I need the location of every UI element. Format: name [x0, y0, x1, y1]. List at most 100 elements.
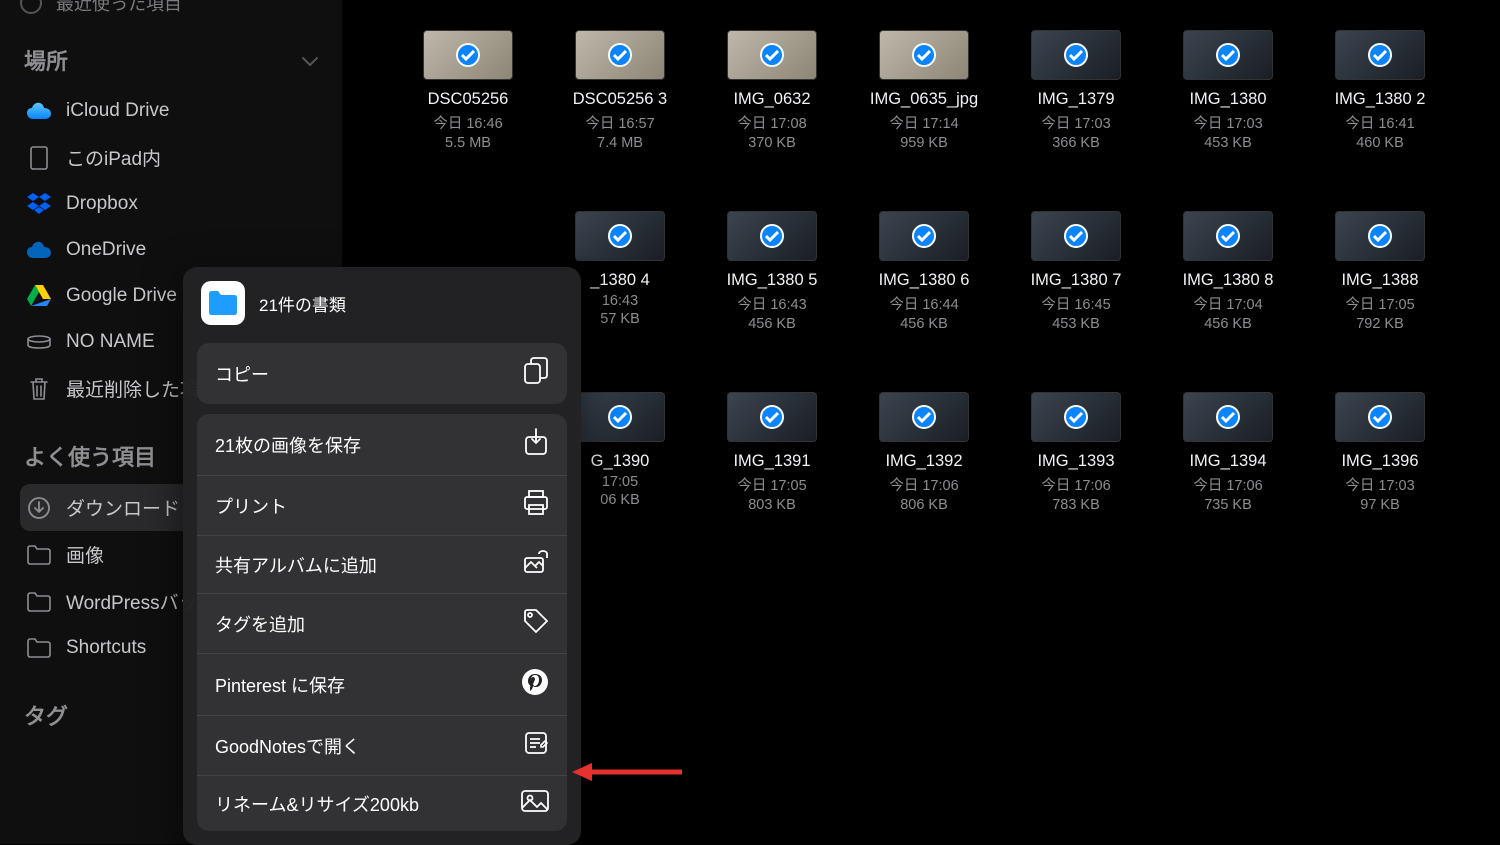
file-name: _1380 4	[590, 271, 650, 290]
share-action-save-images[interactable]: 21枚の画像を保存	[197, 414, 567, 475]
checkmark-icon	[760, 405, 784, 429]
onedrive-icon	[26, 237, 52, 263]
tag-icon	[523, 608, 549, 639]
trash-icon	[26, 376, 52, 402]
share-action-shared-album[interactable]: 共有アルバムに追加	[197, 535, 567, 593]
file-item[interactable]: IMG_1391今日 17:05803 KB	[696, 392, 848, 513]
file-date: 今日 16:43	[737, 293, 806, 314]
file-item[interactable]: IMG_0632今日 17:08370 KB	[696, 30, 848, 151]
file-item[interactable]: IMG_1380 8 今日 17:04 456 KB	[1152, 211, 1304, 332]
file-size: 453 KB	[1052, 316, 1100, 332]
file-date: 今日 16:46	[433, 112, 502, 133]
sidebar-recent-label: 最近使った項目	[56, 0, 182, 16]
sidebar-location-dropbox[interactable]: Dropbox	[20, 181, 322, 227]
file-thumbnail	[727, 211, 817, 261]
file-item[interactable]: IMG_1388 今日 17:05 792 KB	[1304, 211, 1456, 332]
file-name: IMG_1380 6	[879, 271, 970, 290]
checkmark-icon	[1368, 405, 1392, 429]
checkmark-icon	[456, 43, 480, 67]
file-item[interactable]: IMG_0635_jpg今日 17:14959 KB	[848, 30, 1000, 151]
file-name: IMG_1394	[1189, 452, 1266, 471]
image-icon	[521, 790, 549, 817]
file-date: 今日 17:05	[1345, 293, 1414, 314]
file-name: IMG_1380 5	[727, 271, 818, 290]
share-action-add-tag[interactable]: タグを追加	[197, 593, 567, 653]
file-thumbnail	[1335, 392, 1425, 442]
checkmark-icon	[760, 224, 784, 248]
file-size: 806 KB	[900, 497, 948, 513]
file-item[interactable]: IMG_1379今日 17:03366 KB	[1000, 30, 1152, 151]
checkmark-icon	[760, 43, 784, 67]
copy-icon	[523, 357, 549, 390]
checkmark-icon	[912, 43, 936, 67]
share-action-goodnotes[interactable]: GoodNotesで開く	[197, 715, 567, 775]
ipad-icon	[26, 145, 52, 171]
file-item[interactable]: IMG_1396今日 17:0397 KB	[1304, 392, 1456, 513]
file-size: 453 KB	[1204, 135, 1252, 151]
file-item[interactable]: DSC05256今日 16:465.5 MB	[392, 30, 544, 151]
file-size: 7.4 MB	[597, 135, 643, 151]
file-thumbnail	[1183, 30, 1273, 80]
files-app-icon	[201, 281, 245, 325]
file-thumbnail	[1031, 392, 1121, 442]
share-action-rename-resize[interactable]: リネーム&リサイズ200kb	[197, 775, 567, 831]
file-date: 今日 17:03	[1041, 112, 1110, 133]
checkmark-icon	[608, 224, 632, 248]
file-item[interactable]: IMG_1380 2今日 16:41460 KB	[1304, 30, 1456, 151]
file-thumbnail	[727, 392, 817, 442]
file-name: G_1390	[591, 452, 650, 471]
file-item[interactable]: IMG_1380 6今日 16:44456 KB	[848, 211, 1000, 332]
sidebar-location-icloud[interactable]: iCloud Drive	[20, 88, 322, 134]
file-item[interactable]: IMG_1380 7今日 16:45453 KB	[1000, 211, 1152, 332]
file-name: IMG_0632	[733, 90, 810, 109]
file-item[interactable]: IMG_1380今日 17:03453 KB	[1152, 30, 1304, 151]
file-date: 今日 17:03	[1345, 474, 1414, 495]
file-item[interactable]: IMG_1380 5今日 16:43456 KB	[696, 211, 848, 332]
file-size: 792 KB	[1356, 316, 1404, 332]
file-date: 今日 17:06	[1041, 474, 1110, 495]
file-size: 5.5 MB	[445, 135, 491, 151]
folder-icon	[26, 542, 52, 568]
disk-icon	[26, 329, 52, 355]
file-name: IMG_1388	[1341, 271, 1418, 290]
file-size: 57 KB	[600, 311, 640, 327]
checkmark-icon	[912, 405, 936, 429]
checkmark-icon	[608, 43, 632, 67]
chevron-down-icon	[302, 47, 318, 73]
file-name: IMG_1380 7	[1031, 271, 1122, 290]
checkmark-icon	[1216, 224, 1240, 248]
file-thumbnail	[1183, 392, 1273, 442]
share-action-pinterest[interactable]: Pinterest に保存	[197, 653, 567, 715]
file-thumbnail	[575, 211, 665, 261]
file-item[interactable]: IMG_1394今日 17:06735 KB	[1152, 392, 1304, 513]
file-date: 今日 17:05	[737, 474, 806, 495]
file-thumbnail	[1031, 211, 1121, 261]
file-date: 今日 16:41	[1345, 112, 1414, 133]
file-thumbnail	[879, 392, 969, 442]
file-size: 735 KB	[1204, 497, 1252, 513]
sidebar-recent-item[interactable]: 最近使った項目	[20, 0, 322, 16]
file-name: IMG_1391	[733, 452, 810, 471]
annotation-arrow	[572, 759, 682, 785]
share-action-print[interactable]: プリント	[197, 475, 567, 535]
file-item[interactable]: IMG_1392今日 17:06806 KB	[848, 392, 1000, 513]
checkmark-icon	[1216, 43, 1240, 67]
file-size: 456 KB	[1204, 316, 1252, 332]
shared-album-icon	[523, 550, 549, 579]
file-date: 17:05	[602, 474, 638, 490]
file-item[interactable]: IMG_1393今日 17:06783 KB	[1000, 392, 1152, 513]
file-size: 06 KB	[600, 492, 640, 508]
share-action-copy[interactable]: コピー	[197, 343, 567, 404]
file-item[interactable]: DSC05256 3今日 16:577.4 MB	[544, 30, 696, 151]
checkmark-icon	[608, 405, 632, 429]
file-name: IMG_1380 8	[1183, 271, 1274, 290]
file-date: 今日 17:04	[1193, 293, 1262, 314]
sidebar-section-locations-header[interactable]: 場所	[20, 44, 322, 76]
save-icon	[523, 428, 549, 461]
sidebar-location-ipad[interactable]: このiPad内	[20, 134, 322, 181]
file-size: 370 KB	[748, 135, 796, 151]
download-icon	[26, 495, 52, 521]
file-size: 97 KB	[1360, 497, 1400, 513]
folder-icon	[26, 589, 52, 615]
file-size: 456 KB	[900, 316, 948, 332]
